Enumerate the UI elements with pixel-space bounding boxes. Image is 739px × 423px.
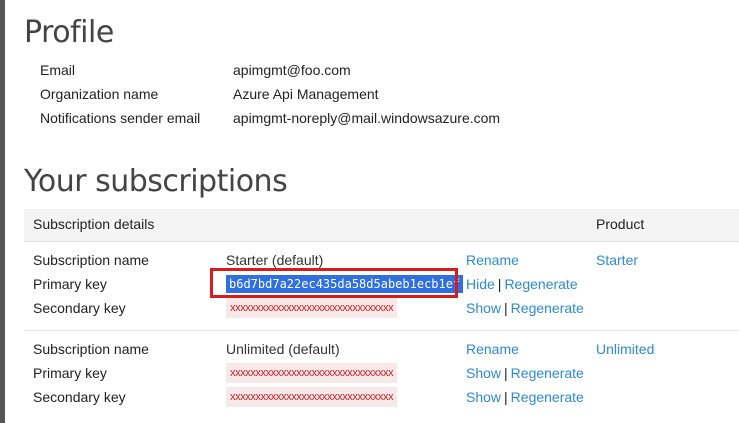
regenerate-link[interactable]: Regenerate (504, 276, 577, 292)
primary-key-label: Primary key (33, 365, 107, 381)
show-key-link[interactable]: Show (466, 389, 501, 405)
organization-value: Azure Api Management (233, 86, 379, 102)
primary-key-highlight-box (210, 268, 458, 298)
primary-key-label: Primary key (33, 276, 107, 292)
regenerate-link[interactable]: Regenerate (511, 389, 584, 405)
secondary-key-actions: Show | Regenerate (466, 387, 584, 407)
subscription-name-label: Subscription name (33, 252, 149, 268)
regenerate-link[interactable]: Regenerate (511, 365, 584, 381)
subscription-divider (24, 330, 739, 331)
left-edge-bar (0, 0, 5, 423)
product-link[interactable]: Unlimited (596, 339, 654, 359)
action-separator: | (504, 365, 508, 381)
action-separator: | (504, 389, 508, 405)
secondary-key-value: xxxxxxxxxxxxxxxxxxxxxxxxxxxxxxxx (226, 387, 398, 407)
subscription-name-value: Starter (default) (226, 252, 324, 268)
secondary-key-label: Secondary key (33, 300, 126, 316)
subscription-name-value: Unlimited (default) (226, 341, 340, 357)
profile-title: Profile (24, 15, 114, 50)
header-subscription-details: Subscription details (33, 216, 155, 232)
rename-link[interactable]: Rename (466, 339, 519, 359)
notifications-label: Notifications sender email (40, 110, 201, 126)
email-value: apimgmt@foo.com (233, 62, 351, 78)
primary-key-actions: Hide | Regenerate (466, 274, 578, 294)
action-separator: | (497, 276, 502, 292)
hide-key-link[interactable]: Hide (466, 276, 495, 292)
email-label: Email (40, 62, 76, 78)
subscription-name-label: Subscription name (33, 341, 149, 357)
secondary-key-actions: Show | Regenerate (466, 298, 584, 318)
show-key-link[interactable]: Show (466, 300, 501, 316)
primary-key-actions: Show | Regenerate (466, 363, 584, 383)
header-product: Product (596, 216, 645, 232)
notifications-value: apimgmt-noreply@mail.windowsazure.com (233, 110, 501, 126)
primary-key-value: xxxxxxxxxxxxxxxxxxxxxxxxxxxxxxxx (226, 363, 398, 383)
subscriptions-title: Your subscriptions (24, 164, 288, 199)
regenerate-link[interactable]: Regenerate (511, 300, 584, 316)
organization-label: Organization name (40, 86, 159, 102)
action-separator: | (504, 300, 508, 316)
secondary-key-value: xxxxxxxxxxxxxxxxxxxxxxxxxxxxxxxx (226, 298, 398, 318)
secondary-key-label: Secondary key (33, 389, 126, 405)
product-link[interactable]: Starter (596, 250, 638, 270)
show-key-link[interactable]: Show (466, 365, 501, 381)
rename-link[interactable]: Rename (466, 250, 519, 270)
